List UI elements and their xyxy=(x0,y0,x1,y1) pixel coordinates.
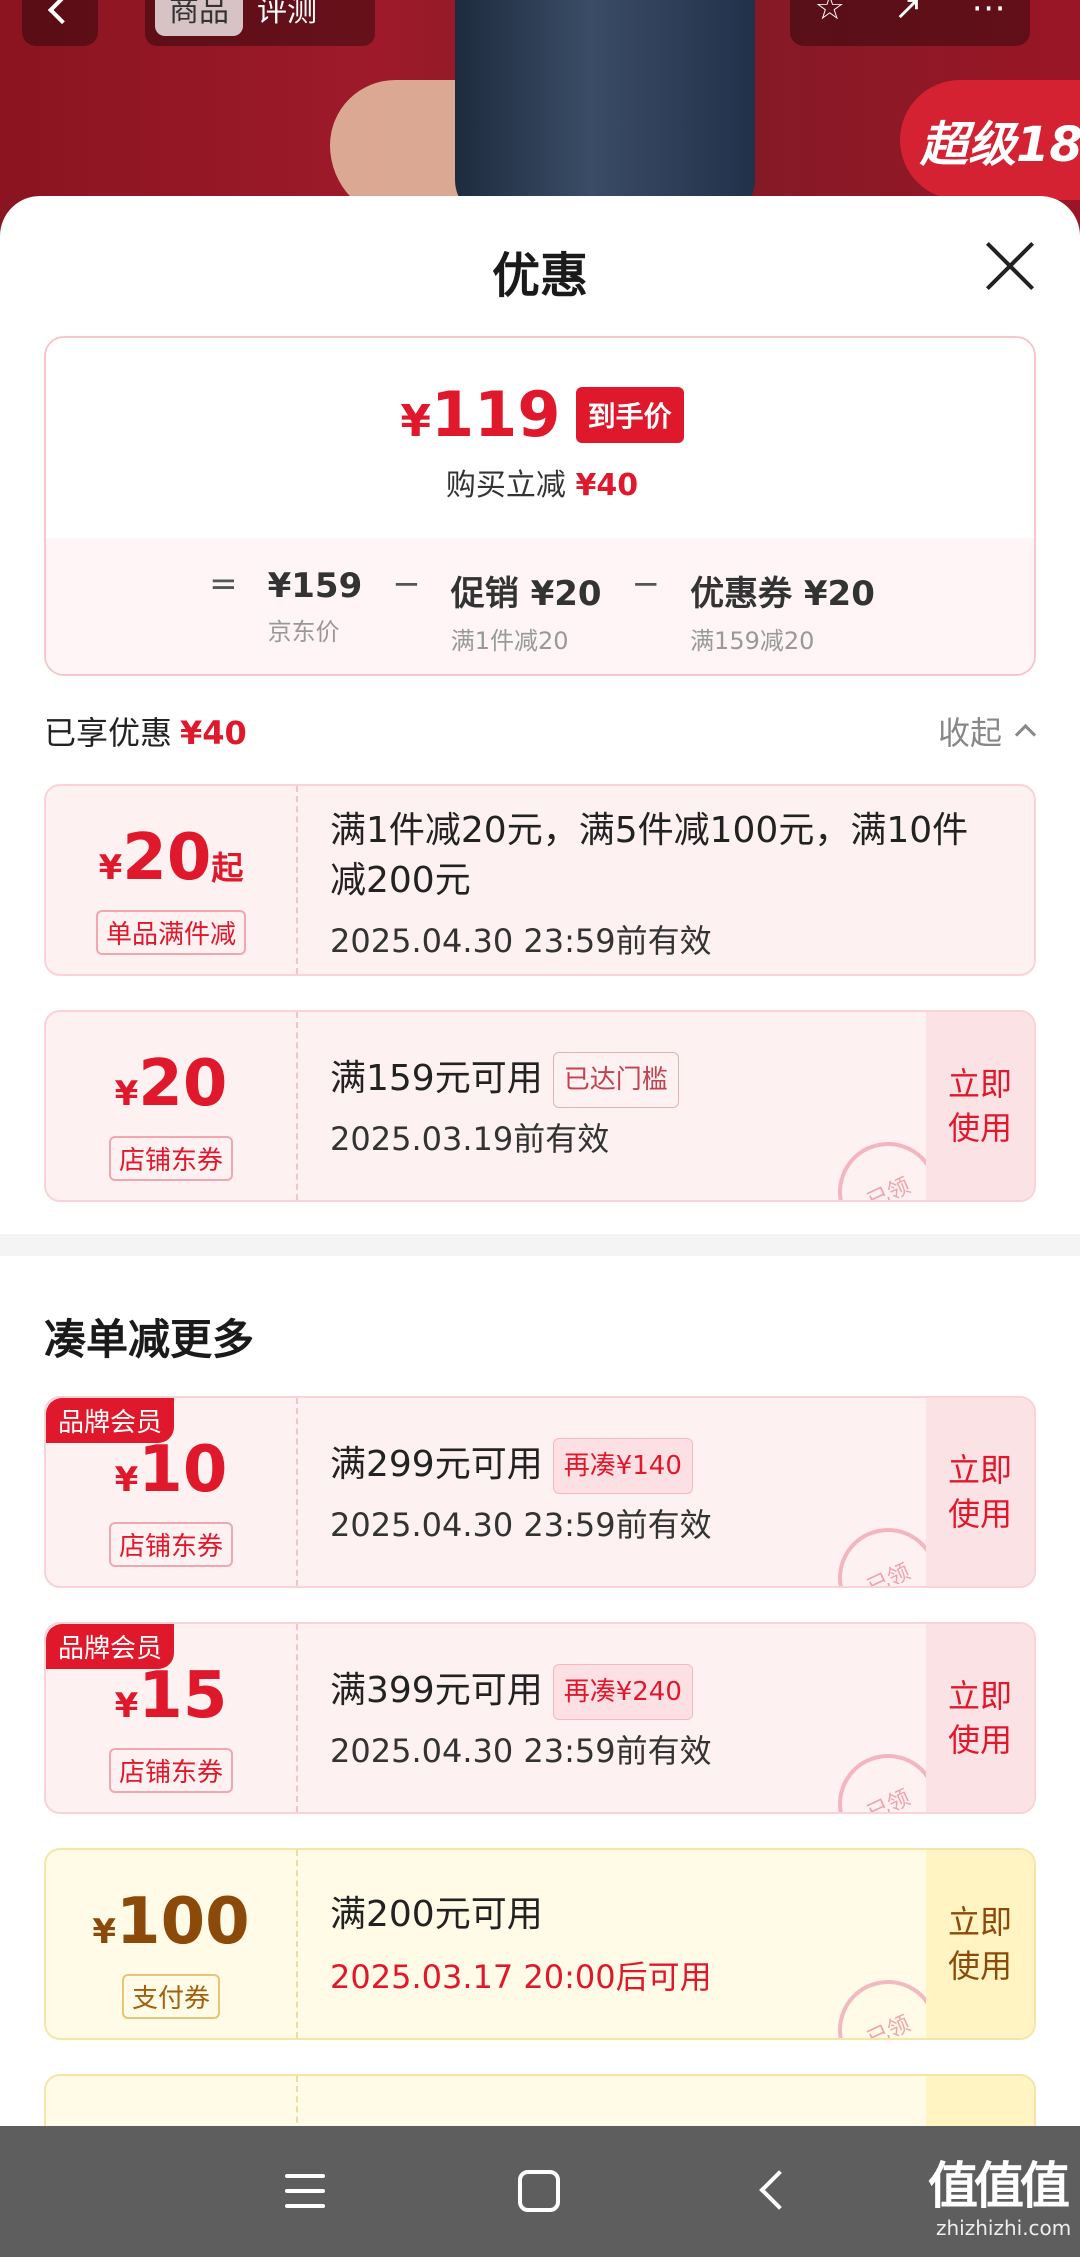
coupon-amount: ¥20 xyxy=(114,1047,228,1121)
enjoyed-discount: 已享优惠 ¥40 xyxy=(44,714,247,752)
coupon-title: 满200元可用 xyxy=(330,1894,543,1935)
coupon-date: 2025.04.30 23:59前有效 xyxy=(330,1506,712,1544)
system-nav-bar: 值值值 zhizhizhi.com xyxy=(0,2126,1080,2257)
back-icon[interactable] xyxy=(759,2170,799,2210)
coupon-amount: ¥20起 xyxy=(98,821,244,895)
tab-review[interactable]: 评测 xyxy=(257,0,317,30)
member-tag: 品牌会员 xyxy=(46,1398,175,1443)
sheet-title: 优惠 xyxy=(491,248,588,304)
price-formula: = ¥159 京东价 − 促销 ¥20 满1件减20 − 优惠券 ¥20 满15… xyxy=(46,564,1034,656)
watermark-domain: zhizhizhi.com xyxy=(936,2216,1072,2240)
minus-sign: − xyxy=(631,564,661,604)
recent-apps-icon[interactable] xyxy=(285,2174,325,2208)
member-tag: 品牌会员 xyxy=(46,1624,175,1669)
coupon-card: ¥10 店铺东券 品牌会员 满299元可用 再凑¥140 2025.04.30 2… xyxy=(44,1396,1036,1588)
coupon-date: 2025.03.19前有效 xyxy=(330,1120,610,1158)
home-icon[interactable] xyxy=(518,2170,560,2212)
use-now-button[interactable] xyxy=(926,2076,1034,2126)
use-now-button[interactable]: 立即 使用 xyxy=(926,1624,1034,1812)
section-title: 凑单减更多 xyxy=(44,1315,255,1364)
coupon-date: 2025.04.30 23:59前有效 xyxy=(330,922,712,960)
coupon-card: ¥20起 单品满件减 满1件减20元，满5件减100元，满10件减200元 20… xyxy=(44,784,1036,976)
discount-sheet: 优惠 ¥119 到手价 购买立减 ¥40 = ¥159 京东价 − 促销 ¥20… xyxy=(0,196,1080,2126)
product-tabs: 商品 评测 xyxy=(145,0,375,46)
watermark-logo: 值值值 xyxy=(928,2157,1070,2215)
final-price: ¥119 xyxy=(400,378,561,451)
header-actions: ☆ ↗ ⋯ xyxy=(790,0,1030,46)
coupon-date: 2025.04.30 23:59前有效 xyxy=(330,1732,712,1770)
threshold-chip: 已达门槛 xyxy=(552,1052,679,1108)
formula-item: 优惠券 ¥20 满159减20 xyxy=(690,574,875,655)
coupon-type: 店铺东券 xyxy=(108,1748,233,1793)
use-now-button[interactable]: 立即 使用 xyxy=(926,1012,1034,1200)
coupon-title: 满159元可用 已达门槛 xyxy=(330,1052,990,1108)
price-summary-card: ¥119 到手价 购买立减 ¥40 = ¥159 京东价 − 促销 ¥20 满1… xyxy=(44,336,1036,676)
add-more-chip: 再凑¥240 xyxy=(552,1664,693,1720)
coupon-amount: ¥15 xyxy=(114,1659,228,1733)
section-divider xyxy=(0,1234,1080,1256)
share-icon[interactable]: ↗ xyxy=(894,0,923,28)
close-icon[interactable] xyxy=(980,236,1040,296)
coupon-card: ¥15 店铺东券 品牌会员 满399元可用 再凑¥240 2025.04.30 2… xyxy=(44,1622,1036,1814)
coupon-amount: ¥10 xyxy=(114,1433,228,1507)
coupon-card: ¥20 店铺东券 满159元可用 已达门槛 2025.03.19前有效 已领 立即… xyxy=(44,1010,1036,1202)
coupon-title: 满1件减20元，满5件减100元，满10件减200元 xyxy=(330,810,969,901)
formula-item: ¥159 京东价 xyxy=(267,566,363,646)
coupon-title: 满399元可用 再凑¥240 xyxy=(330,1664,990,1720)
add-more-chip: 再凑¥140 xyxy=(552,1438,693,1494)
coupon-type: 店铺东券 xyxy=(108,1522,233,1567)
promo-badge: 超级18 xyxy=(900,80,1080,200)
final-price-tag: 到手价 xyxy=(575,386,684,443)
instant-discount: 购买立减 ¥40 xyxy=(445,468,639,503)
coupon-card-partial xyxy=(44,2074,1036,2126)
collapse-toggle[interactable]: 收起 xyxy=(938,708,1033,754)
coupon-type: 单品满件减 xyxy=(95,910,246,955)
coupon-date: 2025.03.17 20:00后可用 xyxy=(330,1958,712,1996)
coupon-card: ¥100 支付券 满200元可用 2025.03.17 20:00后可用 已领 … xyxy=(44,1848,1036,2040)
product-image xyxy=(455,0,755,220)
coupon-title: 满299元可用 再凑¥140 xyxy=(330,1438,990,1494)
use-now-button[interactable]: 立即 使用 xyxy=(926,1850,1034,2038)
favorite-icon[interactable]: ☆ xyxy=(815,0,845,28)
coupon-type: 店铺东券 xyxy=(108,1136,233,1181)
use-now-button[interactable]: 立即 使用 xyxy=(926,1398,1034,1586)
tab-product[interactable]: 商品 xyxy=(155,0,243,36)
more-icon[interactable]: ⋯ xyxy=(971,0,1005,28)
minus-sign: − xyxy=(392,564,421,604)
coupon-type: 支付券 xyxy=(121,1974,220,2019)
back-button[interactable] xyxy=(22,0,98,46)
equals-sign: = xyxy=(209,564,238,604)
formula-item: 促销 ¥20 满1件减20 xyxy=(450,574,602,655)
coupon-amount: ¥100 xyxy=(92,1885,250,1959)
